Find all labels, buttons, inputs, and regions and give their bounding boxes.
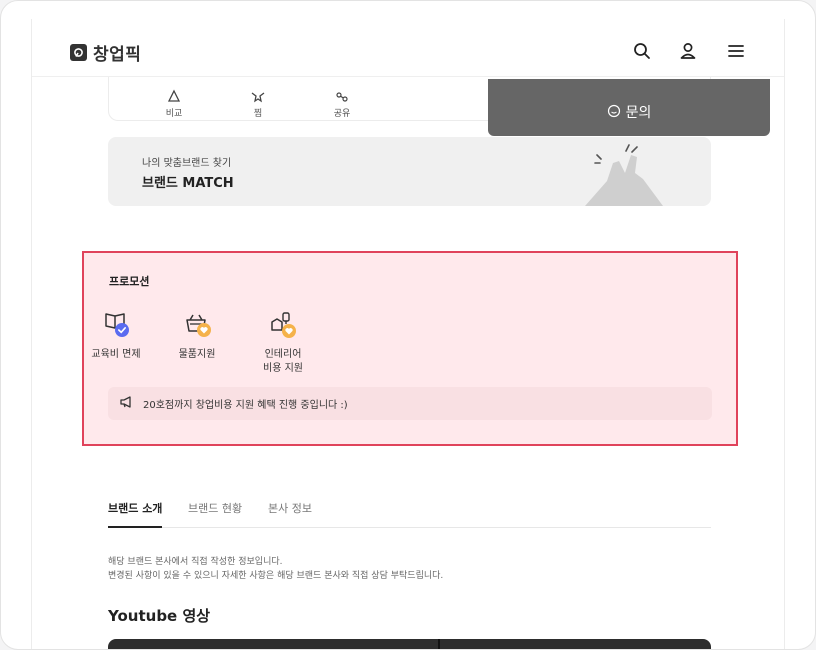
- favorite-action[interactable]: 찜: [238, 87, 278, 119]
- top-header: 창업픽: [32, 19, 784, 77]
- megaphone-icon: [119, 396, 133, 411]
- logo[interactable]: 창업픽: [70, 40, 141, 65]
- promotion-item-goods: 물품지원: [157, 310, 237, 362]
- app-frame: 비교 찜 공유 문의 창업픽 나의 맞춤브랜드 찾기 브랜드 MATCH 프로모…: [0, 0, 816, 650]
- info-text: 해당 브랜드 본사에서 직접 작성한 정보입니다. 변경된 사항이 있을 수 있…: [108, 555, 443, 583]
- promotion-item-label-line1: 인테리어: [264, 349, 302, 360]
- promotion-item-label: 교육비 면제: [91, 349, 141, 360]
- video-thumbnail-detail: [438, 639, 440, 649]
- compare-label: 비교: [165, 109, 183, 119]
- interior-heart-icon: [243, 310, 323, 340]
- share-action[interactable]: 공유: [322, 87, 362, 119]
- favorite-label: 찜: [253, 109, 263, 119]
- promotion-item-label: 물품지원: [178, 349, 216, 360]
- tab-brand-status[interactable]: 브랜드 현황: [188, 500, 242, 526]
- info-line-1: 해당 브랜드 본사에서 직접 작성한 정보입니다.: [108, 557, 283, 567]
- compare-icon: [154, 87, 194, 103]
- youtube-section-title: Youtube 영상: [108, 607, 211, 625]
- user-icon[interactable]: [678, 41, 698, 61]
- inquiry-button[interactable]: 문의: [488, 79, 770, 136]
- logo-icon: [70, 44, 87, 61]
- search-icon[interactable]: [632, 41, 652, 61]
- compare-action[interactable]: 비교: [154, 87, 194, 119]
- promotion-item-education: 교육비 면제: [76, 310, 156, 362]
- inquiry-label: 문의: [625, 105, 652, 121]
- chat-icon: [607, 104, 621, 122]
- promotion-notice-text: 20호점까지 창업비용 지원 혜택 진행 중입니다 :): [143, 400, 348, 411]
- content-tabs: 브랜드 소개 브랜드 현황 본사 정보: [108, 497, 711, 528]
- promotion-item-label: 인테리어 비용 지원: [243, 348, 323, 376]
- share-icon: [322, 87, 362, 103]
- star-icon: [238, 87, 278, 103]
- share-label: 공유: [333, 109, 351, 119]
- basket-heart-icon: [157, 310, 237, 340]
- menu-icon[interactable]: [726, 41, 746, 61]
- youtube-video-player[interactable]: [108, 639, 711, 649]
- promotion-title: 프로모션: [109, 275, 150, 288]
- info-line-2: 변경된 사항이 있을 수 있으니 자세한 사항은 해당 브랜드 본사와 직접 상…: [108, 571, 444, 581]
- promotion-item-interior: 인테리어 비용 지원: [243, 310, 323, 376]
- tab-hq-info[interactable]: 본사 정보: [268, 500, 312, 526]
- page: 비교 찜 공유 문의 창업픽 나의 맞춤브랜드 찾기 브랜드 MATCH 프로모…: [31, 19, 785, 649]
- brand-name: 창업픽: [93, 45, 142, 65]
- tab-brand-intro[interactable]: 브랜드 소개: [108, 500, 163, 528]
- promotion-notice: 20호점까지 창업비용 지원 혜택 진행 중입니다 :): [108, 387, 712, 420]
- promotion-item-label-line2: 비용 지원: [263, 363, 303, 374]
- match-title: 브랜드 MATCH: [142, 176, 234, 191]
- promotion-section: 프로모션 교육비 면제 물품지원 인테리어 비용 지원 20호점까지 창업비용 …: [82, 251, 738, 446]
- brand-match-banner[interactable]: 나의 맞춤브랜드 찾기 브랜드 MATCH: [108, 137, 711, 206]
- match-subtitle: 나의 맞춤브랜드 찾기: [142, 158, 232, 169]
- high-five-icon: [585, 143, 675, 206]
- book-check-icon: [76, 310, 156, 340]
